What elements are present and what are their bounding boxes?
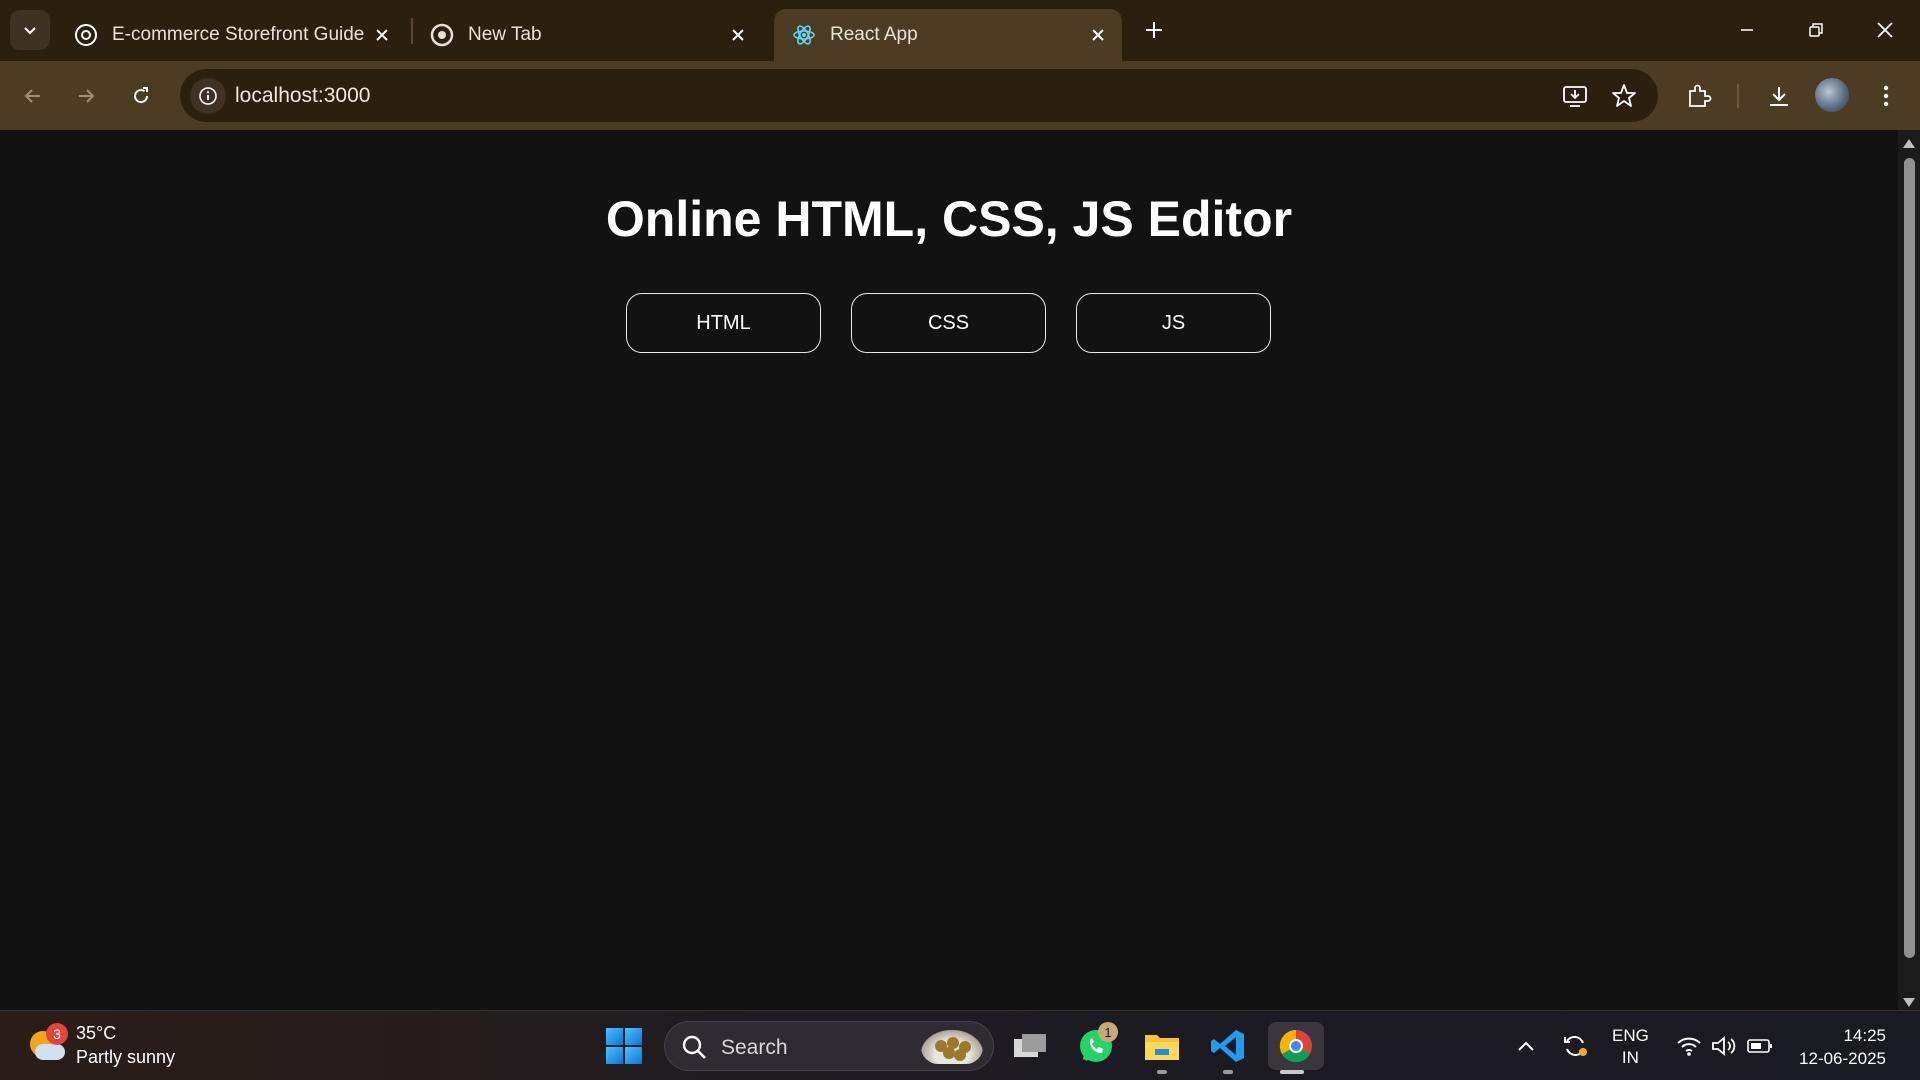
html-button[interactable]: HTML bbox=[626, 293, 821, 353]
sync-tray-button[interactable] bbox=[1560, 1031, 1590, 1061]
close-icon bbox=[1877, 22, 1893, 38]
bookmark-button[interactable] bbox=[1609, 81, 1639, 111]
wifi-button[interactable] bbox=[1674, 1031, 1704, 1061]
toolbar-divider bbox=[1737, 84, 1739, 108]
minimize-button[interactable] bbox=[1727, 10, 1767, 50]
taskbar: 3 35°C Partly sunny Search 1 ENG IN 14:2… bbox=[0, 1010, 1920, 1080]
scroll-up-arrow[interactable] bbox=[1903, 139, 1915, 148]
tab-title: E-commerce Storefront Guide bbox=[112, 24, 365, 45]
weather-condition: Partly sunny bbox=[76, 1047, 176, 1067]
close-icon[interactable] bbox=[1084, 21, 1112, 49]
more-vert-icon bbox=[1883, 85, 1889, 107]
weather-badge: 3 bbox=[46, 1023, 68, 1045]
weather-icon: 3 bbox=[26, 1023, 68, 1065]
new-tab-button[interactable] bbox=[1138, 14, 1170, 46]
plus-icon bbox=[1146, 22, 1162, 38]
search-icon bbox=[682, 1035, 706, 1059]
react-icon bbox=[792, 23, 816, 47]
arrow-right-icon bbox=[79, 89, 95, 103]
reload-button[interactable] bbox=[121, 76, 161, 116]
browser-toolbar: localhost:3000 bbox=[0, 61, 1920, 130]
weather-temp: 35°C bbox=[76, 1023, 117, 1043]
downloads-button[interactable] bbox=[1759, 76, 1799, 116]
task-view-button[interactable] bbox=[1006, 1022, 1054, 1070]
info-icon bbox=[199, 87, 217, 105]
clock-date: 12-06-2025 bbox=[1799, 1049, 1886, 1068]
install-icon bbox=[1563, 86, 1587, 107]
install-app-button[interactable] bbox=[1560, 81, 1590, 111]
chrome-icon bbox=[1279, 1029, 1312, 1063]
tab-ecommerce[interactable]: E-commerce Storefront Guide bbox=[56, 9, 406, 61]
system-clock[interactable]: 14:25 12-06-2025 bbox=[1798, 1024, 1886, 1070]
sync-icon bbox=[1564, 1036, 1587, 1056]
language-code: ENG bbox=[1612, 1026, 1649, 1045]
tab-strip: E-commerce Storefront Guide New Tab Reac… bbox=[0, 0, 1920, 61]
taskbar-search[interactable]: Search bbox=[664, 1021, 994, 1071]
page-viewport: Online HTML, CSS, JS Editor HTML CSS JS bbox=[0, 130, 1898, 1010]
address-bar[interactable]: localhost:3000 bbox=[180, 69, 1658, 122]
show-hidden-icons-button[interactable] bbox=[1511, 1031, 1541, 1061]
chevron-down-icon bbox=[24, 27, 36, 35]
chrome-app[interactable] bbox=[1268, 1022, 1324, 1074]
site-info-button[interactable] bbox=[190, 78, 226, 114]
volume-icon bbox=[1712, 1036, 1736, 1056]
folder-icon bbox=[1145, 1035, 1179, 1060]
scroll-down-arrow[interactable] bbox=[1903, 998, 1915, 1007]
vscode-icon bbox=[1211, 1030, 1244, 1062]
restore-button[interactable] bbox=[1796, 10, 1836, 50]
whatsapp-badge: 1 bbox=[1098, 1022, 1118, 1042]
close-icon[interactable] bbox=[724, 21, 752, 49]
minimize-icon bbox=[1741, 29, 1753, 31]
arrow-left-icon bbox=[24, 89, 40, 103]
task-view-icon bbox=[1014, 1034, 1046, 1057]
star-icon bbox=[1612, 84, 1636, 107]
search-highlight-image bbox=[921, 1030, 983, 1064]
reload-icon bbox=[134, 87, 149, 104]
vertical-scrollbar[interactable] bbox=[1898, 130, 1920, 1010]
volume-button[interactable] bbox=[1709, 1031, 1739, 1061]
chevron-up-icon bbox=[1518, 1041, 1534, 1051]
chrome-icon bbox=[430, 23, 454, 47]
menu-button[interactable] bbox=[1866, 76, 1906, 116]
battery-button[interactable] bbox=[1745, 1031, 1775, 1061]
input-language[interactable]: ENG IN bbox=[1612, 1025, 1649, 1069]
tab-new-tab[interactable]: New Tab bbox=[412, 9, 762, 61]
puzzle-icon bbox=[1689, 84, 1712, 107]
url-text[interactable]: localhost:3000 bbox=[235, 84, 370, 108]
windows-start-button[interactable] bbox=[606, 1028, 642, 1064]
forward-button[interactable] bbox=[66, 76, 106, 116]
clock-time: 14:25 bbox=[1843, 1026, 1886, 1045]
battery-icon bbox=[1747, 1039, 1772, 1053]
restore-icon bbox=[1809, 23, 1823, 37]
tab-title: React App bbox=[830, 24, 918, 45]
close-icon[interactable] bbox=[368, 21, 396, 49]
js-button[interactable]: JS bbox=[1076, 293, 1271, 353]
region-code: IN bbox=[1621, 1048, 1639, 1067]
tab-search-button[interactable] bbox=[10, 10, 50, 50]
weather-widget[interactable]: 3 35°C Partly sunny bbox=[26, 1021, 175, 1069]
whatsapp-app[interactable]: 1 bbox=[1072, 1022, 1120, 1070]
close-window-button[interactable] bbox=[1865, 10, 1905, 50]
vscode-app[interactable] bbox=[1204, 1022, 1252, 1074]
language-tabs: HTML CSS JS bbox=[626, 293, 1271, 353]
tab-react-app[interactable]: React App bbox=[774, 9, 1122, 61]
chatgpt-icon bbox=[74, 23, 98, 47]
search-placeholder: Search bbox=[721, 1036, 788, 1059]
tab-title: New Tab bbox=[468, 24, 542, 45]
extensions-button[interactable] bbox=[1679, 76, 1719, 116]
file-explorer-app[interactable] bbox=[1138, 1022, 1186, 1074]
css-button[interactable]: CSS bbox=[851, 293, 1046, 353]
download-icon bbox=[1770, 87, 1788, 106]
wifi-icon bbox=[1677, 1037, 1701, 1056]
back-button[interactable] bbox=[13, 76, 53, 116]
profile-avatar[interactable] bbox=[1815, 78, 1849, 112]
scroll-thumb[interactable] bbox=[1904, 158, 1915, 958]
page-title: Online HTML, CSS, JS Editor bbox=[605, 191, 1293, 247]
